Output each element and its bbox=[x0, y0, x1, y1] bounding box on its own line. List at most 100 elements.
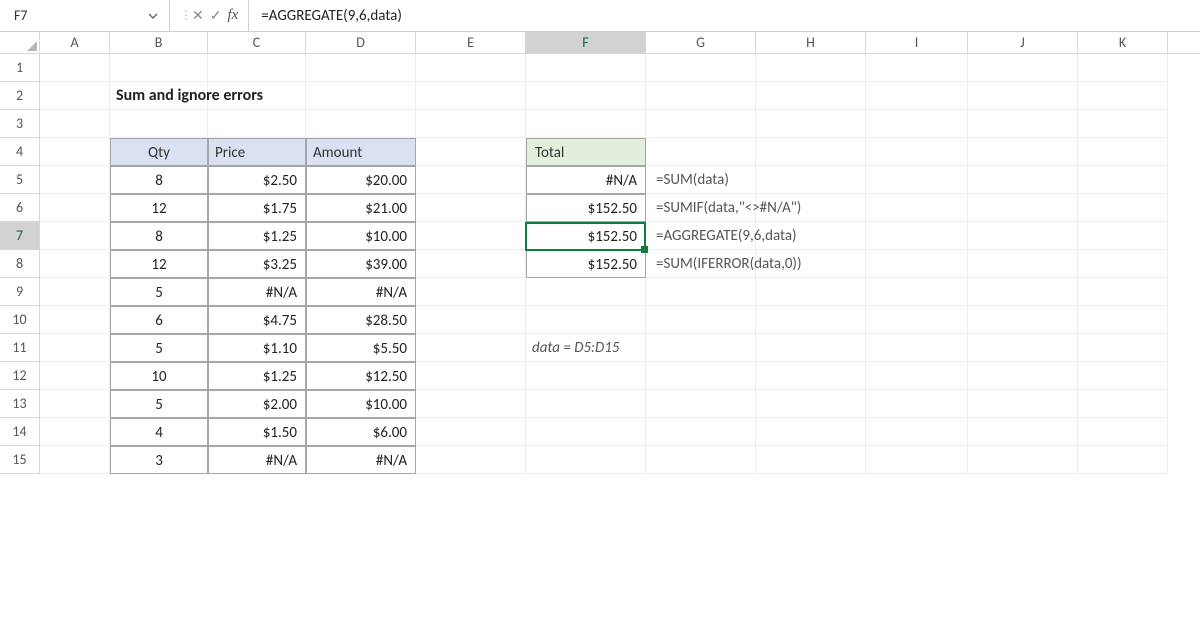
cell[interactable] bbox=[1078, 334, 1168, 362]
cell[interactable] bbox=[306, 82, 416, 110]
cell[interactable] bbox=[646, 306, 756, 334]
cell[interactable] bbox=[756, 418, 866, 446]
table-cell[interactable]: #N/A bbox=[208, 446, 306, 474]
total-cell[interactable]: $152.50 bbox=[526, 222, 646, 250]
cell[interactable] bbox=[1078, 250, 1168, 278]
cell[interactable] bbox=[1078, 194, 1168, 222]
cell[interactable] bbox=[40, 166, 110, 194]
cell[interactable] bbox=[968, 418, 1078, 446]
col-header[interactable]: K bbox=[1078, 32, 1168, 53]
cell[interactable] bbox=[1078, 362, 1168, 390]
cell[interactable] bbox=[416, 390, 526, 418]
cell[interactable] bbox=[866, 82, 968, 110]
cell[interactable] bbox=[526, 54, 646, 82]
cell[interactable] bbox=[756, 250, 866, 278]
formula-label[interactable]: =SUM(IFERROR(data,0)) bbox=[646, 250, 756, 278]
cell[interactable] bbox=[756, 166, 866, 194]
table-cell[interactable]: 8 bbox=[110, 222, 208, 250]
col-header[interactable]: C bbox=[208, 32, 306, 53]
table-cell[interactable]: 8 bbox=[110, 166, 208, 194]
col-header[interactable]: J bbox=[968, 32, 1078, 53]
cell[interactable] bbox=[416, 222, 526, 250]
cell[interactable] bbox=[968, 166, 1078, 194]
select-all-button[interactable] bbox=[0, 32, 40, 53]
cell[interactable] bbox=[416, 110, 526, 138]
cell[interactable] bbox=[40, 222, 110, 250]
row-header[interactable]: 15 bbox=[0, 446, 40, 474]
table-cell[interactable]: $20.00 bbox=[306, 166, 416, 194]
formula-label[interactable]: =AGGREGATE(9,6,data) bbox=[646, 222, 756, 250]
cell[interactable] bbox=[968, 54, 1078, 82]
cell[interactable] bbox=[968, 390, 1078, 418]
table-cell[interactable]: $10.00 bbox=[306, 222, 416, 250]
table-header[interactable]: Amount bbox=[306, 138, 416, 166]
cell[interactable] bbox=[968, 250, 1078, 278]
cell[interactable] bbox=[1078, 54, 1168, 82]
cell[interactable] bbox=[866, 390, 968, 418]
row-header[interactable]: 9 bbox=[0, 278, 40, 306]
name-box[interactable]: F7 bbox=[10, 7, 143, 24]
cell[interactable] bbox=[1078, 82, 1168, 110]
cell[interactable] bbox=[40, 250, 110, 278]
cell[interactable] bbox=[1078, 222, 1168, 250]
cell[interactable] bbox=[866, 418, 968, 446]
cell[interactable] bbox=[968, 278, 1078, 306]
cell[interactable] bbox=[40, 138, 110, 166]
cell[interactable] bbox=[968, 334, 1078, 362]
cell[interactable] bbox=[646, 362, 756, 390]
cell[interactable] bbox=[968, 446, 1078, 474]
table-header[interactable]: Qty bbox=[110, 138, 208, 166]
cell[interactable] bbox=[866, 362, 968, 390]
table-cell[interactable]: 3 bbox=[110, 446, 208, 474]
table-cell[interactable]: $5.50 bbox=[306, 334, 416, 362]
cell[interactable] bbox=[416, 250, 526, 278]
cell[interactable] bbox=[40, 194, 110, 222]
row-header[interactable]: 2 bbox=[0, 82, 40, 110]
cell[interactable] bbox=[756, 278, 866, 306]
cell[interactable] bbox=[526, 390, 646, 418]
table-cell[interactable]: $12.50 bbox=[306, 362, 416, 390]
cell[interactable] bbox=[866, 166, 968, 194]
table-cell[interactable]: 4 bbox=[110, 418, 208, 446]
row-header[interactable]: 1 bbox=[0, 54, 40, 82]
cell[interactable] bbox=[646, 446, 756, 474]
cancel-icon[interactable]: ✕ bbox=[192, 7, 204, 24]
cell[interactable] bbox=[646, 54, 756, 82]
col-header[interactable]: D bbox=[306, 32, 416, 53]
cell[interactable] bbox=[968, 362, 1078, 390]
cell[interactable] bbox=[968, 194, 1078, 222]
row-header[interactable]: 7 bbox=[0, 222, 40, 250]
row-header[interactable]: 5 bbox=[0, 166, 40, 194]
row-header[interactable]: 3 bbox=[0, 110, 40, 138]
formula-label[interactable]: =SUMIF(data,"<>#N/A") bbox=[646, 194, 756, 222]
cell[interactable] bbox=[526, 446, 646, 474]
cell[interactable] bbox=[756, 110, 866, 138]
cell[interactable] bbox=[416, 418, 526, 446]
formula-input[interactable]: =AGGREGATE(9,6,data) bbox=[249, 0, 1200, 31]
cell[interactable] bbox=[416, 306, 526, 334]
total-cell[interactable]: $152.50 bbox=[526, 194, 646, 222]
cell[interactable] bbox=[646, 138, 756, 166]
table-cell[interactable]: $39.00 bbox=[306, 250, 416, 278]
table-cell[interactable]: $1.25 bbox=[208, 362, 306, 390]
cell[interactable] bbox=[756, 138, 866, 166]
col-header[interactable]: G bbox=[646, 32, 756, 53]
drag-handle-icon[interactable]: ⋮ bbox=[180, 14, 186, 18]
cell[interactable] bbox=[646, 418, 756, 446]
col-header[interactable]: F bbox=[526, 32, 646, 53]
cell[interactable] bbox=[416, 362, 526, 390]
table-cell[interactable]: $1.50 bbox=[208, 418, 306, 446]
cell[interactable] bbox=[1078, 306, 1168, 334]
cell[interactable] bbox=[306, 54, 416, 82]
col-header[interactable]: I bbox=[866, 32, 968, 53]
cell[interactable] bbox=[208, 82, 306, 110]
named-range-note[interactable]: data = D5:D15 bbox=[526, 334, 646, 362]
cell[interactable] bbox=[40, 418, 110, 446]
cell[interactable] bbox=[1078, 390, 1168, 418]
cell[interactable] bbox=[416, 194, 526, 222]
cell[interactable] bbox=[756, 446, 866, 474]
table-cell[interactable]: 5 bbox=[110, 278, 208, 306]
cell[interactable] bbox=[416, 82, 526, 110]
table-cell[interactable]: $6.00 bbox=[306, 418, 416, 446]
cell[interactable] bbox=[306, 110, 416, 138]
